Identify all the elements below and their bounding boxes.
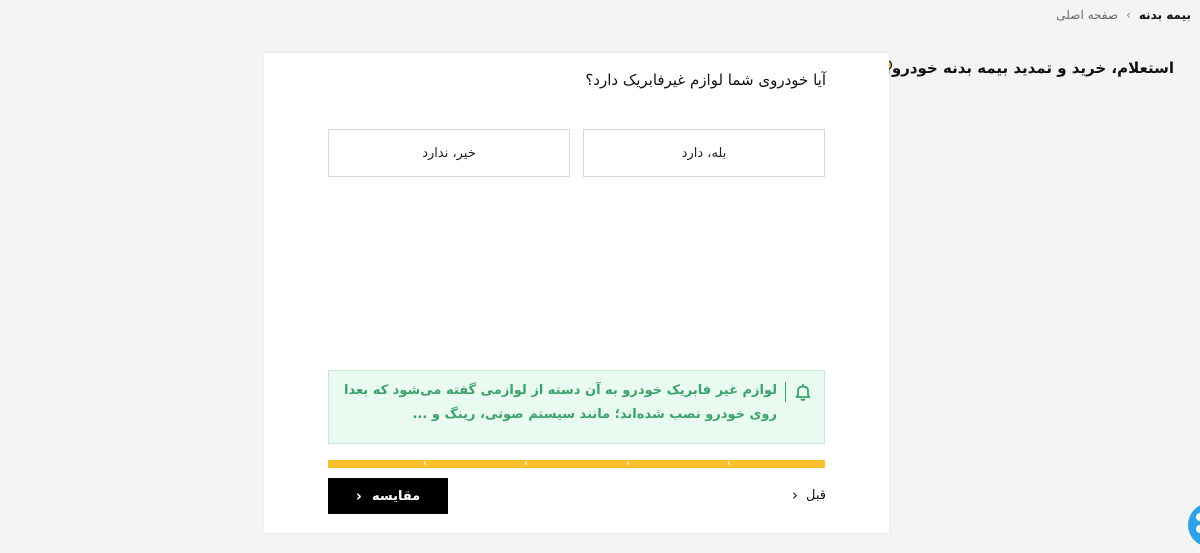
breadcrumb-separator-icon: › (1126, 8, 1131, 22)
option-yes-button[interactable]: بله، دارد (583, 129, 825, 177)
notice-text: لوازم غیر فابریک خودرو به آن دسته از لوا… (343, 383, 777, 422)
chat-support-button[interactable] (1188, 503, 1200, 547)
previous-button[interactable]: قبل ‹ (792, 486, 826, 504)
compare-button[interactable]: مقایسه ‹ (328, 478, 448, 514)
progress-step-chevron-icon: ‹ (423, 458, 427, 469)
page-title-text: استعلام، خرید و تمدید بیمه بدنه خودرو (891, 59, 1174, 77)
step-progress-bar: ‹ ‹ ‹ ‹ (328, 458, 825, 469)
page-title: استعلام، خرید و تمدید بیمه بدنه خودرو (854, 57, 1174, 79)
answer-options: خیر، ندارد بله، دارد (328, 129, 825, 177)
chevron-left-icon: ‹ (792, 486, 799, 504)
question-text: آیا خودروی شما لوازم غیرفابریک دارد؟ (585, 71, 826, 89)
progress-step-chevron-icon: ‹ (626, 458, 630, 469)
info-notice: لوازم غیر فابریک خودرو به آن دسته از لوا… (328, 370, 825, 444)
compare-button-label: مقایسه (371, 488, 421, 504)
breadcrumb-current: بیمه بدنه (1138, 8, 1191, 22)
previous-button-label: قبل (806, 487, 826, 503)
breadcrumb: صفحه اصلی › بیمه بدنه (1056, 8, 1191, 22)
progress-step-chevron-icon: ‹ (524, 458, 528, 469)
notice-divider (785, 382, 786, 402)
bell-icon (795, 384, 811, 401)
page: صفحه اصلی › بیمه بدنه استعلام، خرید و تم… (0, 0, 1200, 553)
chevron-left-icon: ‹ (355, 487, 362, 505)
progress-step-chevron-icon: ‹ (727, 458, 731, 469)
chat-icon-dot (1196, 525, 1200, 533)
breadcrumb-home-link[interactable]: صفحه اصلی (1056, 8, 1118, 22)
option-no-button[interactable]: خیر، ندارد (328, 129, 570, 177)
question-card: آیا خودروی شما لوازم غیرفابریک دارد؟ خیر… (264, 53, 889, 533)
chat-icon-dot (1196, 513, 1200, 521)
